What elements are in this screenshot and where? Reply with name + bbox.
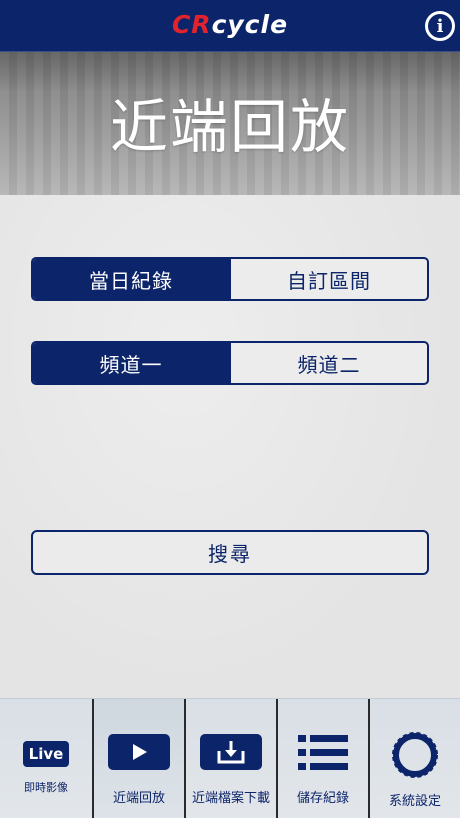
crcycle-logo: CRcycle (171, 10, 289, 39)
main-content: 當日紀錄 自訂區間 頻道一 頻道二 搜尋 (0, 195, 460, 698)
custom-range-option[interactable]: 自訂區間 (229, 259, 427, 299)
tab-label: 即時影像 (24, 781, 68, 794)
info-icon[interactable]: i (425, 11, 455, 41)
search-button[interactable]: 搜尋 (31, 530, 429, 575)
play-icon (108, 734, 170, 770)
page-banner: 近端回放 (0, 52, 460, 195)
channel-toggle: 頻道一 頻道二 (31, 341, 429, 385)
date-range-toggle: 當日紀錄 自訂區間 (31, 257, 429, 301)
bottom-tab-bar: Live 即時影像 近端回放 近端檔案下載 儲存紀錄 系統設定 (0, 698, 460, 818)
today-records-option[interactable]: 當日紀錄 (33, 259, 229, 299)
live-icon: Live (23, 741, 69, 767)
page-title: 近端回放 (109, 93, 350, 161)
app-header: CRcycle i (0, 0, 460, 52)
list-icon (298, 735, 348, 770)
tab-live-video[interactable]: Live 即時影像 (0, 699, 92, 818)
tab-label: 系統設定 (388, 794, 441, 809)
tire-icon (392, 732, 438, 778)
tab-system-settings[interactable]: 系統設定 (368, 699, 460, 818)
tab-saved-records[interactable]: 儲存紀錄 (276, 699, 368, 818)
tab-label: 儲存紀錄 (296, 791, 349, 806)
channel-two-option[interactable]: 頻道二 (229, 343, 427, 383)
tab-label: 近端回放 (112, 791, 165, 806)
tab-local-download[interactable]: 近端檔案下載 (184, 699, 276, 818)
channel-one-option[interactable]: 頻道一 (33, 343, 229, 383)
tab-local-playback[interactable]: 近端回放 (92, 699, 184, 818)
tab-label: 近端檔案下載 (191, 791, 270, 806)
download-icon (200, 734, 262, 770)
